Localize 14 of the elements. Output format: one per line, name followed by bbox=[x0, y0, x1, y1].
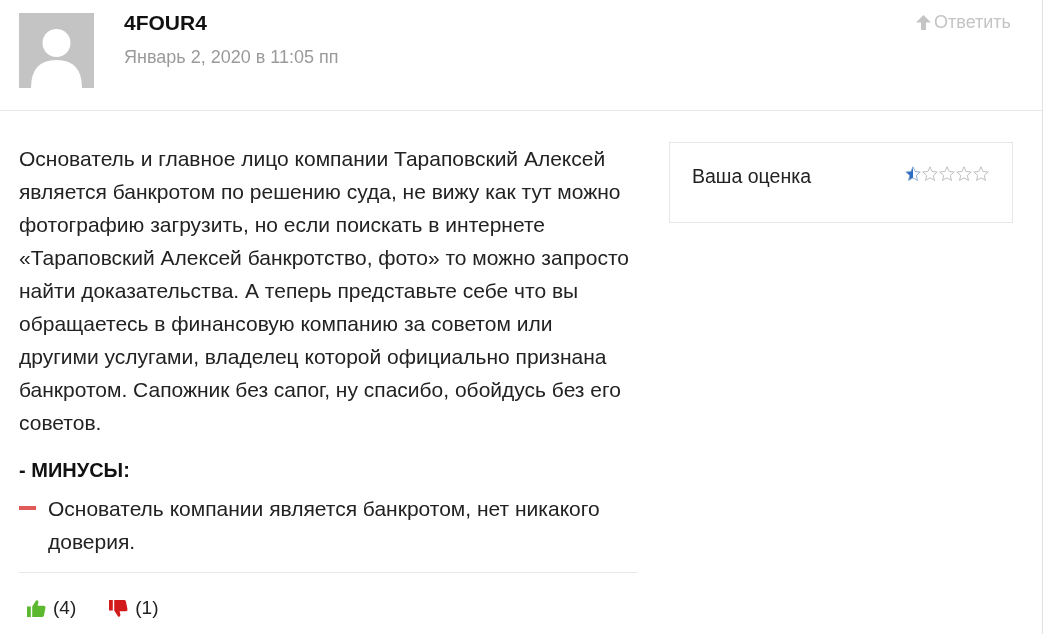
comment-date: Январь 2, 2020 в 11:05 пп bbox=[124, 46, 339, 68]
minus-icon bbox=[19, 506, 36, 510]
like-button[interactable]: (4) bbox=[27, 596, 77, 620]
thumbs-up-icon bbox=[27, 598, 46, 618]
arrow-up-icon bbox=[916, 14, 932, 30]
thumbs-down-icon bbox=[109, 598, 129, 618]
star-rating[interactable] bbox=[905, 166, 989, 182]
dislike-button[interactable]: (1) bbox=[109, 596, 159, 620]
comment-text: Основатель и главное лицо компании Тараповский Алексей является банкротом по решению суда, не вижу как тут можно фотографию загрузить, но если поискать в интернете «Тараповский Алексей банкротство, фото» то можно запросто найти доказательства. А теперь представьте себе что вы обращаетесь в финансовую компанию за советом или другими услугами, владелец которой официально признана банкротом. Сапожник без сапог, ну спасибо, обойдусь без его советов. bbox=[19, 146, 630, 436]
rating-label: Ваша оценка bbox=[692, 164, 811, 189]
star-half-icon[interactable] bbox=[905, 166, 921, 182]
cons-item-text: Основатель компании является банкротом, нет никакого доверия. bbox=[48, 496, 601, 555]
cons-heading: - МИНУСЫ: bbox=[19, 458, 131, 483]
author-name: 4FOUR4 bbox=[124, 10, 208, 36]
